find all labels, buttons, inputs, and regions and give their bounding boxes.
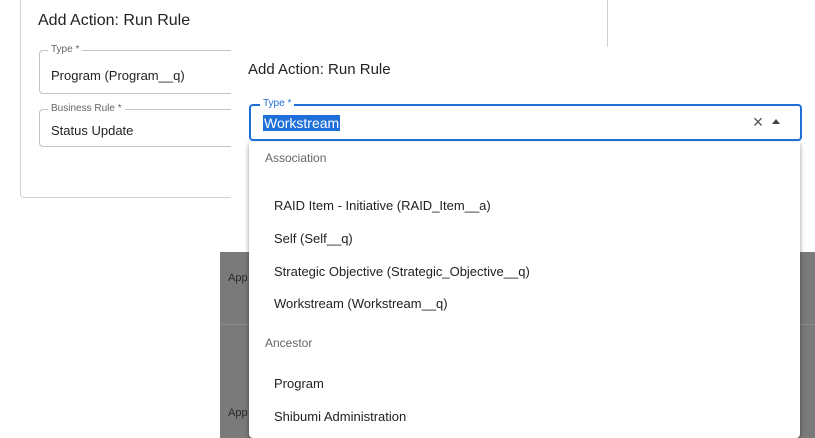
- option-raid-item[interactable]: RAID Item - Initiative (RAID_Item__a): [274, 198, 491, 213]
- close-icon[interactable]: ×: [749, 113, 767, 131]
- option-workstream[interactable]: Workstream (Workstream__q): [274, 296, 448, 311]
- background-business-rule-field[interactable]: Business Rule * Status Update: [39, 103, 239, 147]
- front-dialog-title: Add Action: Run Rule: [248, 61, 391, 78]
- backdrop-peek-text-1: App: [228, 272, 248, 284]
- option-shibumi-administration[interactable]: Shibumi Administration: [274, 409, 406, 424]
- background-dialog-title: Add Action: Run Rule: [38, 12, 191, 29]
- option-program[interactable]: Program: [274, 376, 324, 391]
- type-autocomplete-input[interactable]: Type * Workstream ×: [249, 98, 802, 141]
- background-type-label: Type *: [48, 44, 83, 56]
- arrow-up-icon[interactable]: [772, 119, 780, 124]
- backdrop-peek-text-2: App: [228, 407, 248, 419]
- background-type-value: Program (Program__q): [51, 68, 185, 83]
- group-header-association: Association: [265, 151, 327, 165]
- option-self[interactable]: Self (Self__q): [274, 231, 353, 246]
- type-field-selected-text[interactable]: Workstream: [263, 115, 341, 131]
- option-strategic-objective[interactable]: Strategic Objective (Strategic_Objective…: [274, 264, 530, 279]
- type-options-listbox: Association RAID Item - Initiative (RAID…: [249, 142, 800, 438]
- background-business-rule-value: Status Update: [51, 123, 134, 138]
- type-field-label: Type *: [260, 98, 295, 110]
- group-header-ancestor: Ancestor: [265, 336, 313, 350]
- background-business-rule-label: Business Rule *: [48, 103, 125, 115]
- background-type-field[interactable]: Type * Program (Program__q): [39, 44, 239, 94]
